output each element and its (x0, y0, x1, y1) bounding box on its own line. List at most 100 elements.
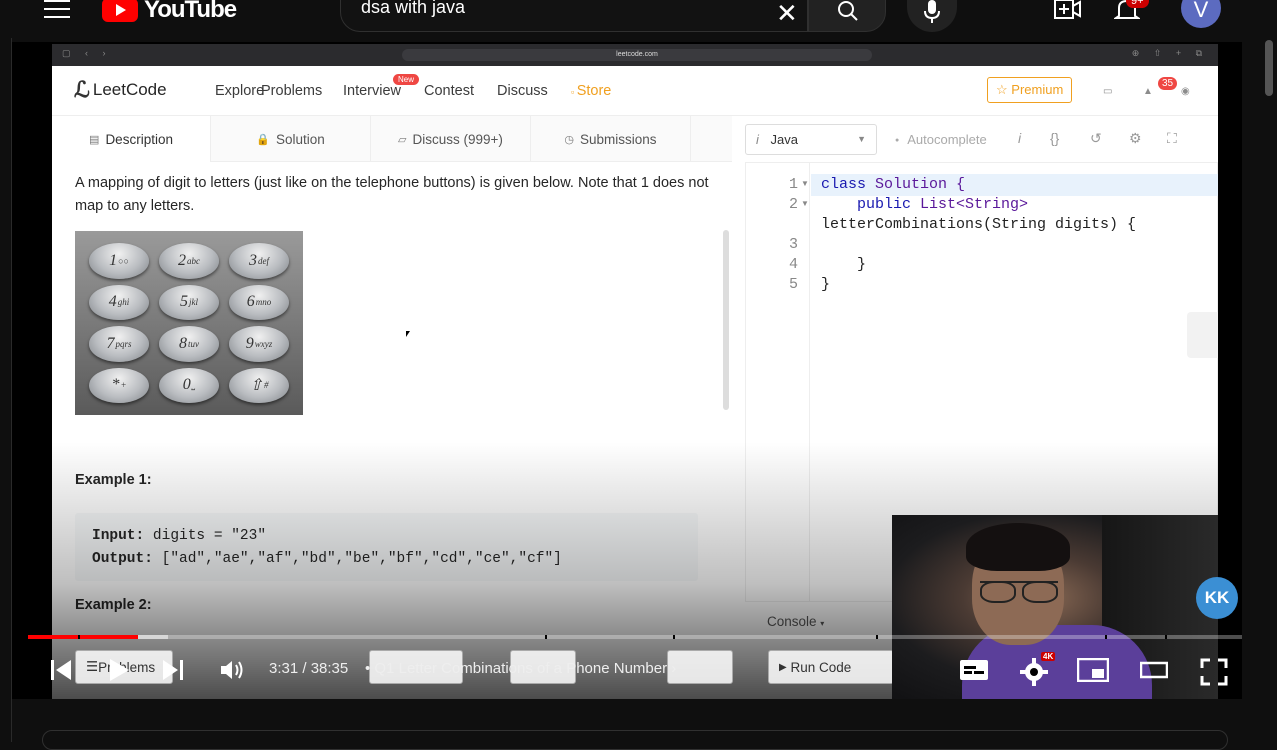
keypad-key: 9 wxyz (229, 326, 289, 362)
autocomplete-toggle[interactable]: Autocomplete (895, 132, 987, 147)
search-input[interactable]: dsa with java (340, 0, 808, 32)
line-number: 3 (788, 236, 798, 253)
voice-search-button[interactable] (907, 0, 957, 32)
next-button[interactable] (667, 650, 733, 684)
nav-interview[interactable]: Interview (343, 83, 401, 99)
create-video-icon[interactable] (1054, 0, 1082, 22)
braces-icon[interactable]: {} (1050, 130, 1059, 146)
reset-icon[interactable]: ↺ (1090, 130, 1102, 147)
search-button[interactable] (808, 0, 886, 32)
code-class-name: Solution { (866, 176, 966, 193)
tab-solution[interactable]: 🔒 Solution (211, 116, 371, 162)
chapter-marker (1165, 635, 1167, 639)
leetcode-logo[interactable]: ℒ LeetCode (74, 77, 167, 102)
fullscreen-icon[interactable]: ⛶ (1167, 130, 1177, 147)
channel-watermark-logo[interactable]: KK (1196, 577, 1238, 619)
menu-icon[interactable] (44, 0, 70, 20)
line-number: 2 (788, 196, 798, 213)
keypad-letters: wxyz (254, 338, 273, 349)
example-2-title: Example 2: (75, 597, 152, 613)
clear-search-icon[interactable]: ✕ (776, 0, 798, 29)
input-value: digits = "23" (144, 528, 267, 544)
description-text: A mapping of digit to letters (just like… (75, 175, 709, 214)
profile-icon[interactable]: ◉ (1181, 86, 1190, 97)
line-number: 5 (788, 276, 798, 293)
code-type: List<String> (911, 196, 1029, 213)
code-line-4: } (821, 256, 867, 273)
new-badge: New (393, 74, 420, 85)
keypad-letters: pqrs (115, 338, 132, 349)
avatar[interactable]: V (1181, 0, 1221, 28)
fold-arrow-icon[interactable]: ▼ (801, 199, 809, 208)
settings-gear-icon[interactable] (1020, 658, 1048, 686)
code-line-1: class Solution { (821, 176, 965, 193)
run-code-button[interactable]: ▶ Run Code (768, 650, 894, 684)
presenter-hair (966, 523, 1070, 571)
language-value: Java (770, 132, 798, 147)
nav-discuss[interactable]: Discuss (497, 83, 548, 99)
keypad-letters: mno (255, 297, 272, 308)
video-progress-bar[interactable] (28, 635, 1242, 639)
video-player[interactable]: ▢ ‹ › leetcode.com ⊕ ⇧ + ⧉ ℒ LeetCode Ex… (12, 42, 1242, 699)
tab-discuss-label: Discuss (999+) (412, 131, 503, 147)
keypad-digit: * (111, 376, 120, 394)
chapter-marker (545, 635, 547, 639)
browser-url-bar: leetcode.com (402, 49, 872, 61)
keypad-letters: # (263, 380, 269, 391)
leetcode-navbar: ℒ LeetCode Explore Problems Interview Ne… (52, 66, 1218, 116)
nav-problems[interactable]: Problems (261, 83, 322, 99)
star-icon: ☆ (996, 82, 1012, 97)
chevron-down-icon: ▾ (820, 619, 825, 628)
tab-description-label: Description (105, 131, 173, 147)
keypad-letters: def (258, 255, 269, 266)
input-label: Input: (92, 528, 145, 544)
time-display: 3:31 / 38:35 (269, 660, 349, 677)
tab-discuss[interactable]: ▱ Discuss (999+) (371, 116, 531, 162)
language-select[interactable]: i Java ▼ (745, 124, 877, 155)
keypad-digit: 5 (180, 293, 188, 311)
keypad-digit: 7 (106, 334, 115, 352)
notifications-icon[interactable]: ▲ (1143, 86, 1153, 97)
tab-description[interactable]: ▤ Description (52, 116, 211, 162)
page-scrollbar[interactable] (1265, 40, 1273, 96)
keypad-digit: 6 (246, 293, 255, 311)
play-icon[interactable] (108, 658, 130, 682)
leetcode-logo-icon: ℒ (74, 77, 90, 102)
run-code-label: Run Code (790, 659, 852, 675)
keypad-digit: 4 (108, 293, 117, 311)
playground-icon[interactable]: ▭ (1103, 86, 1112, 97)
keypad-letters: tuv (188, 338, 199, 349)
miniplayer-icon[interactable] (1077, 658, 1109, 682)
tab-submissions[interactable]: ◷ Submissions (531, 116, 691, 162)
console-button[interactable]: Console ▾ (767, 614, 824, 629)
mouse-cursor-icon (406, 331, 410, 337)
fold-arrow-icon[interactable]: ▼ (801, 179, 809, 188)
fullscreen-icon[interactable] (1200, 658, 1228, 686)
chapter-title[interactable]: • Q1 Letter Combinations of a Phone Numb… (365, 660, 676, 677)
tab-submissions-label: Submissions (580, 131, 657, 147)
volume-icon[interactable] (220, 658, 246, 682)
premium-button[interactable]: ☆ Premium (987, 77, 1073, 103)
youtube-logo[interactable]: YouTube (102, 0, 237, 24)
browser-toolbar-icons: ⊕ ⇧ + ⧉ (1131, 48, 1208, 58)
keypad-key: 3 def (229, 243, 289, 279)
chapter-marker (673, 635, 675, 639)
nav-explore[interactable]: Explore (215, 83, 264, 99)
nav-contest[interactable]: Contest (424, 83, 474, 99)
description-scrollbar[interactable] (723, 230, 729, 410)
previous-video-icon[interactable] (50, 658, 72, 682)
keypad-letters: ghi (117, 297, 130, 308)
subtitles-icon[interactable] (959, 658, 989, 682)
output-label: Output: (92, 551, 153, 567)
side-panel-tab[interactable] (1187, 312, 1218, 358)
theater-mode-icon[interactable] (1140, 658, 1168, 682)
next-video-icon[interactable] (162, 658, 184, 682)
clock-icon: ◷ (564, 133, 575, 146)
microphone-icon (924, 0, 940, 23)
example-1-input: Input: digits = "23" (92, 525, 681, 548)
nav-store[interactable]: ▫ Store (571, 83, 611, 99)
info-icon[interactable]: i (1018, 130, 1021, 146)
settings-icon[interactable]: ⚙ (1129, 130, 1142, 147)
keypad-key: 7 pqrs (89, 326, 149, 362)
code-line-2: public List<String> (821, 196, 1028, 213)
